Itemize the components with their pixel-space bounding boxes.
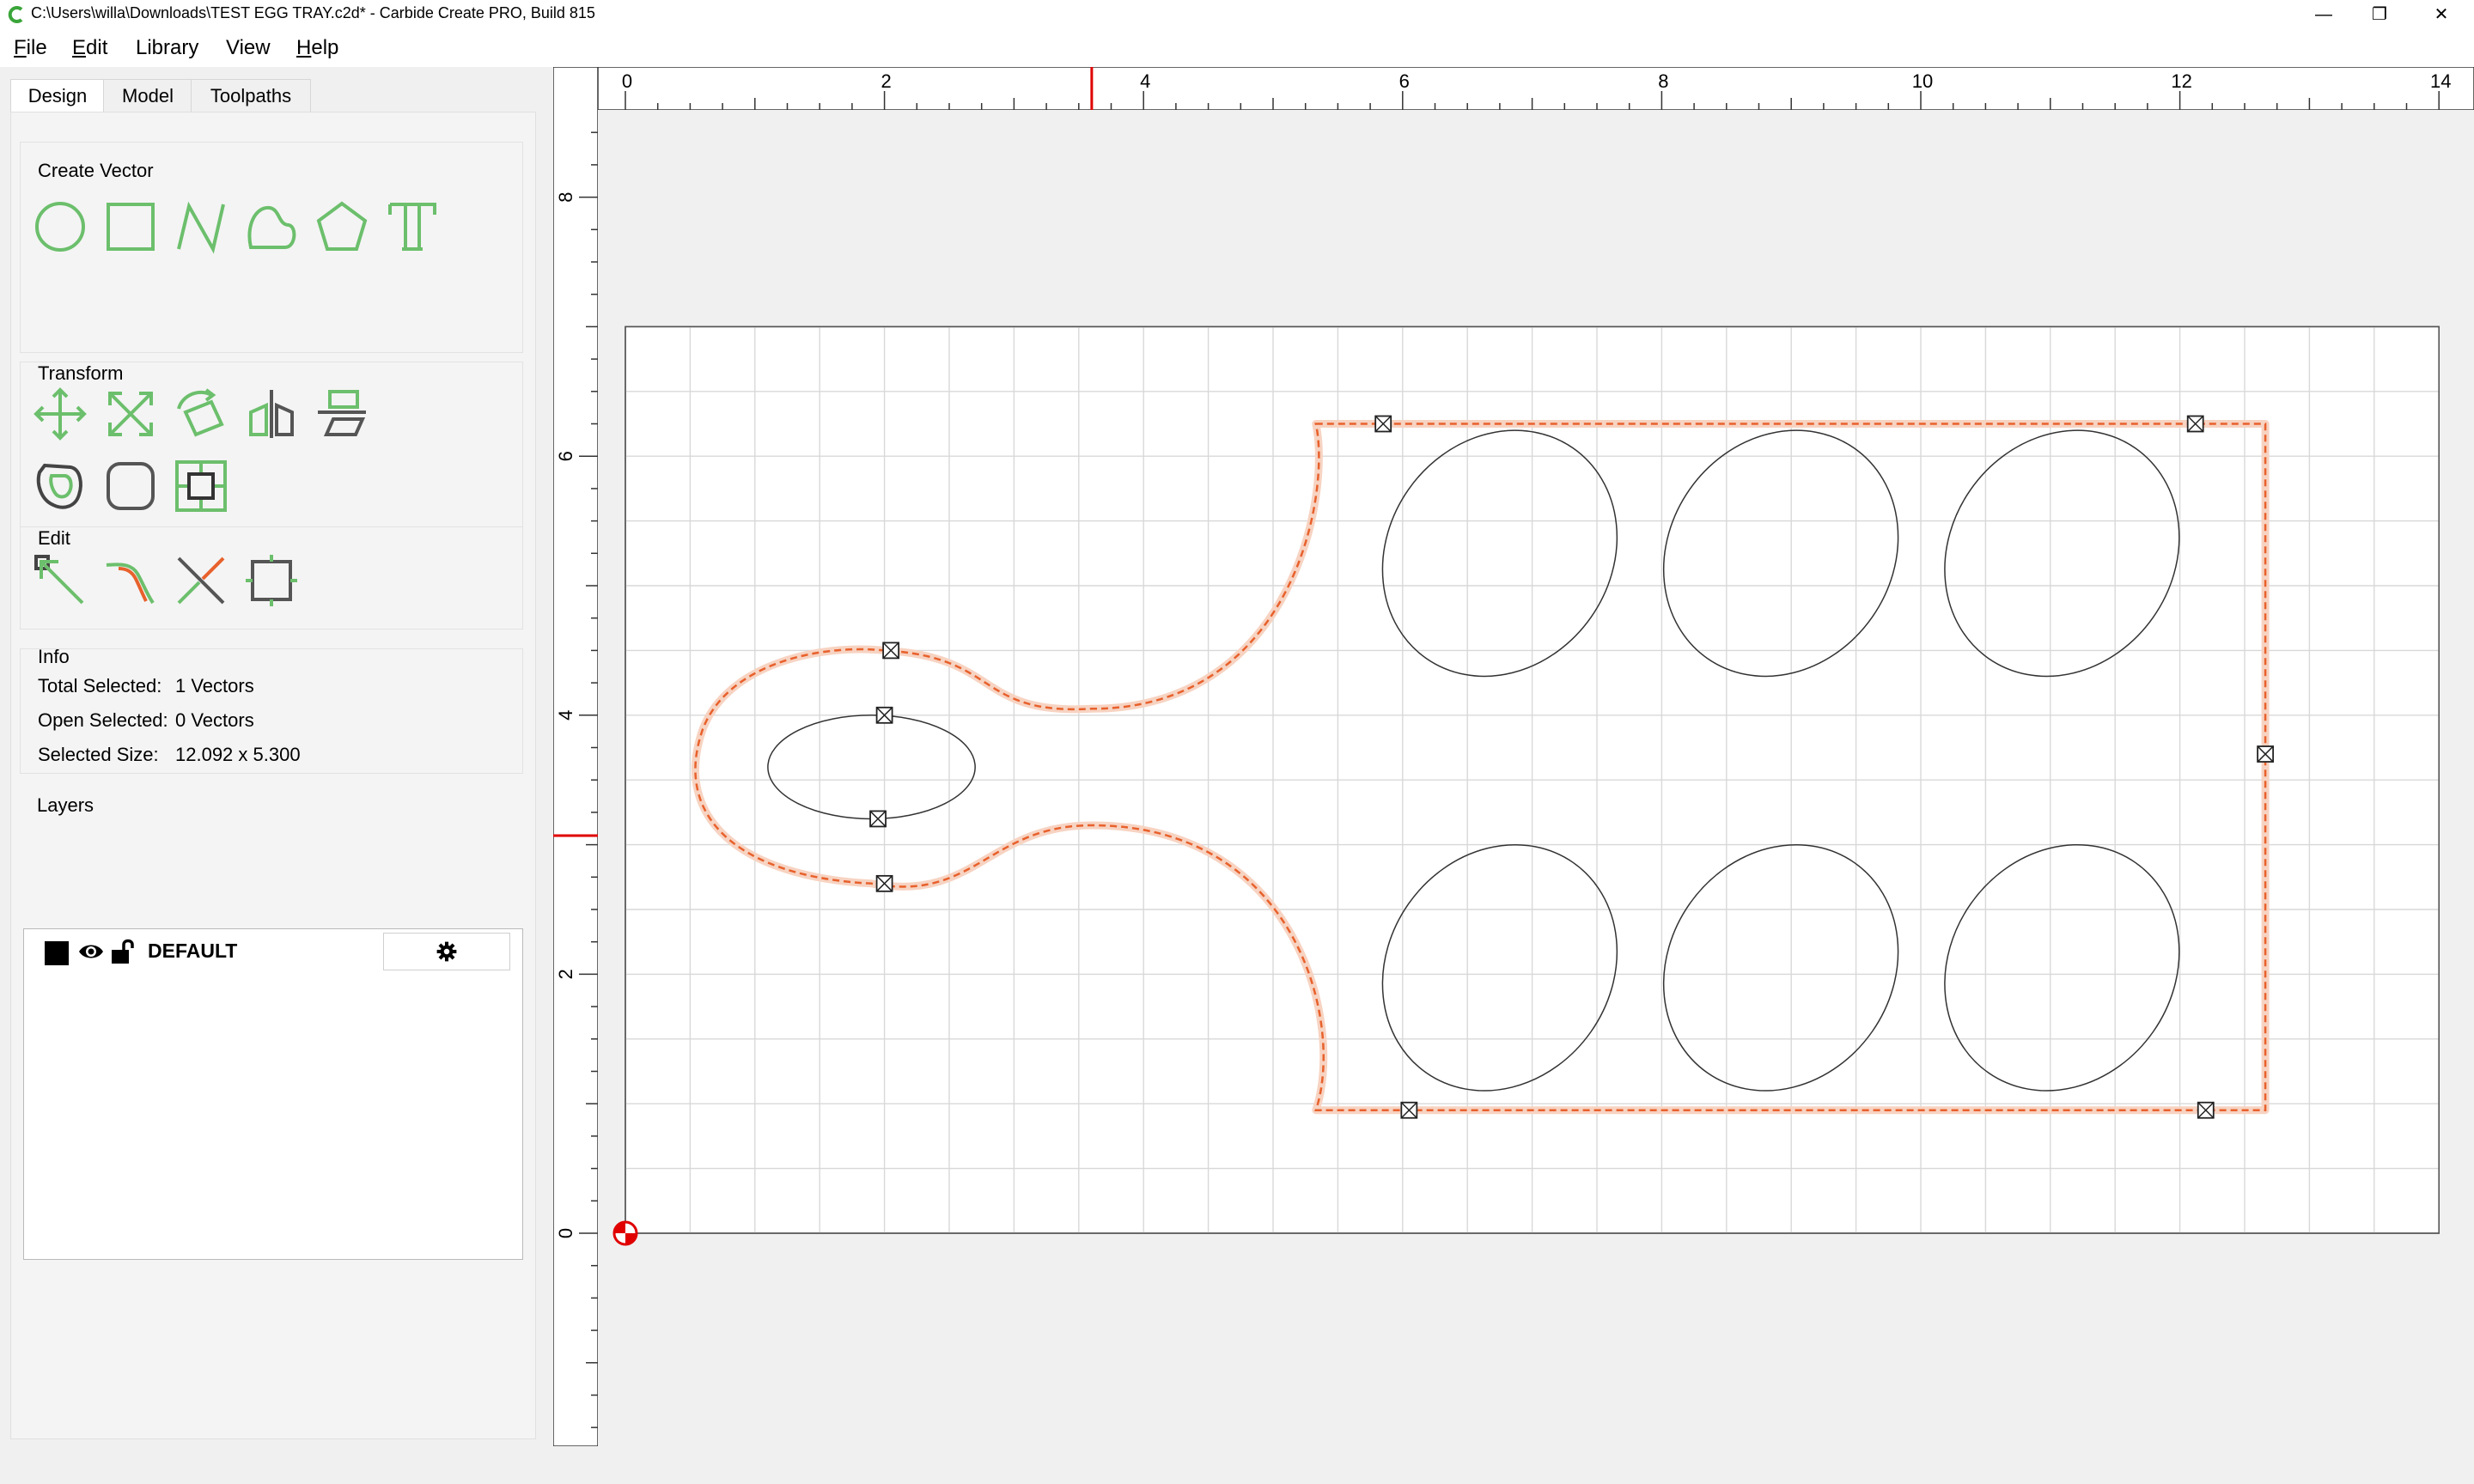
menu-library[interactable]: Library — [136, 36, 198, 60]
menu-view[interactable]: View — [226, 36, 271, 60]
menu-help[interactable]: Help — [296, 36, 338, 60]
ruler-x-label: 8 — [1658, 70, 1668, 92]
create-vector-group: Create Vector — [20, 142, 523, 353]
move-icon[interactable] — [33, 386, 88, 441]
tab-model[interactable]: Model — [103, 79, 192, 113]
menu-bar: File Edit Library View Help — [0, 31, 2474, 67]
info-group: Info Total Selected: 1 Vectors Open Sele… — [20, 646, 523, 774]
transform-title: Transform — [38, 362, 124, 384]
eye-icon[interactable] — [77, 938, 105, 965]
ruler-y-label: 0 — [555, 1228, 576, 1238]
ruler-y-label: 6 — [555, 451, 576, 461]
node-edit-icon[interactable] — [33, 553, 88, 608]
info-open-selected: Open Selected: 0 Vectors — [38, 709, 254, 732]
unlock-icon[interactable] — [110, 938, 136, 965]
layers-list: DEFAULT — [23, 928, 523, 1260]
origin-marker-icon — [612, 1220, 638, 1246]
fillet-icon[interactable] — [103, 459, 158, 514]
polygon-icon[interactable] — [314, 199, 369, 254]
info-label: Open Selected: — [38, 709, 168, 731]
trim-icon[interactable] — [174, 553, 229, 608]
ruler-x-label: 4 — [1140, 70, 1150, 92]
node-handle[interactable] — [875, 706, 893, 724]
tab-design[interactable]: Design — [10, 79, 105, 113]
ruler-x-label: 14 — [2430, 70, 2451, 92]
node-handle[interactable] — [1374, 415, 1392, 433]
edit-group: Edit — [20, 526, 523, 629]
ruler-y-label: 8 — [555, 192, 576, 202]
rectangle-icon[interactable] — [103, 199, 158, 254]
info-value: 1 Vectors — [175, 675, 254, 696]
tab-toolpaths[interactable]: Toolpaths — [191, 79, 311, 113]
edit-title: Edit — [38, 527, 70, 549]
info-total-selected: Total Selected: 1 Vectors — [38, 675, 254, 697]
layer-color-swatch[interactable] — [45, 941, 69, 965]
carbide-create-logo-icon — [8, 6, 23, 23]
node-handle[interactable] — [2186, 415, 2204, 433]
mirror-icon[interactable] — [244, 386, 299, 441]
ruler-x-label: 12 — [2171, 70, 2191, 92]
info-value: 0 Vectors — [175, 709, 254, 731]
info-value: 12.092 x 5.300 — [175, 744, 301, 765]
node-handle[interactable] — [2197, 1101, 2215, 1119]
node-handle[interactable] — [869, 810, 887, 828]
offset-icon[interactable] — [33, 459, 88, 514]
info-label: Selected Size: — [38, 744, 159, 765]
node-handle[interactable] — [875, 874, 893, 892]
title-bar: C:\Users\willa\Downloads\TEST EGG TRAY.c… — [0, 0, 2474, 31]
layer-name: DEFAULT — [148, 940, 238, 962]
node-handle[interactable] — [2257, 745, 2275, 763]
ruler-x-label: 0 — [622, 70, 632, 92]
close-button[interactable]: ✕ — [2409, 0, 2474, 31]
design-panel: Create Vector Transform Edit Info Total … — [10, 112, 536, 1439]
polyline-icon[interactable] — [174, 199, 229, 254]
window-title: C:\Users\willa\Downloads\TEST EGG TRAY.c… — [31, 4, 595, 21]
info-label: Total Selected: — [38, 675, 162, 696]
layers-title: Layers — [37, 794, 94, 816]
restore-button[interactable]: ❐ — [2347, 0, 2412, 31]
menu-edit[interactable]: Edit — [72, 36, 107, 60]
ruler-x-label: 10 — [1912, 70, 1933, 92]
curve-icon[interactable] — [244, 199, 299, 254]
join-icon[interactable] — [103, 553, 158, 608]
layer-row[interactable]: DEFAULT — [24, 929, 522, 974]
layer-settings-button[interactable] — [383, 933, 510, 970]
menu-file[interactable]: File — [14, 36, 47, 60]
circle-icon[interactable] — [33, 199, 88, 254]
design-canvas[interactable]: 0 2 4 6 8 10 12 14 0 2 4 6 8 — [553, 67, 2474, 1446]
ruler-x-label: 2 — [881, 70, 891, 92]
ruler-y-label: 2 — [555, 969, 576, 979]
info-title: Info — [38, 646, 70, 667]
info-selected-size: Selected Size: 12.092 x 5.300 — [38, 744, 301, 766]
node-handle[interactable] — [882, 642, 900, 660]
boolean-icon[interactable] — [174, 459, 229, 514]
node-handle[interactable] — [1400, 1101, 1418, 1119]
ruler-y-label: 4 — [555, 710, 576, 721]
text-icon[interactable] — [385, 199, 440, 254]
create-vector-title: Create Vector — [38, 160, 154, 181]
scale-icon[interactable] — [103, 386, 158, 441]
box-select-icon[interactable] — [244, 553, 299, 608]
canvas-stage[interactable]: 0 2 4 6 8 10 12 14 0 2 4 6 8 — [553, 67, 2474, 1446]
rotate-icon[interactable] — [174, 386, 229, 441]
gear-icon — [436, 941, 457, 962]
ruler-x-label: 6 — [1399, 70, 1410, 92]
align-icon[interactable] — [314, 386, 369, 441]
